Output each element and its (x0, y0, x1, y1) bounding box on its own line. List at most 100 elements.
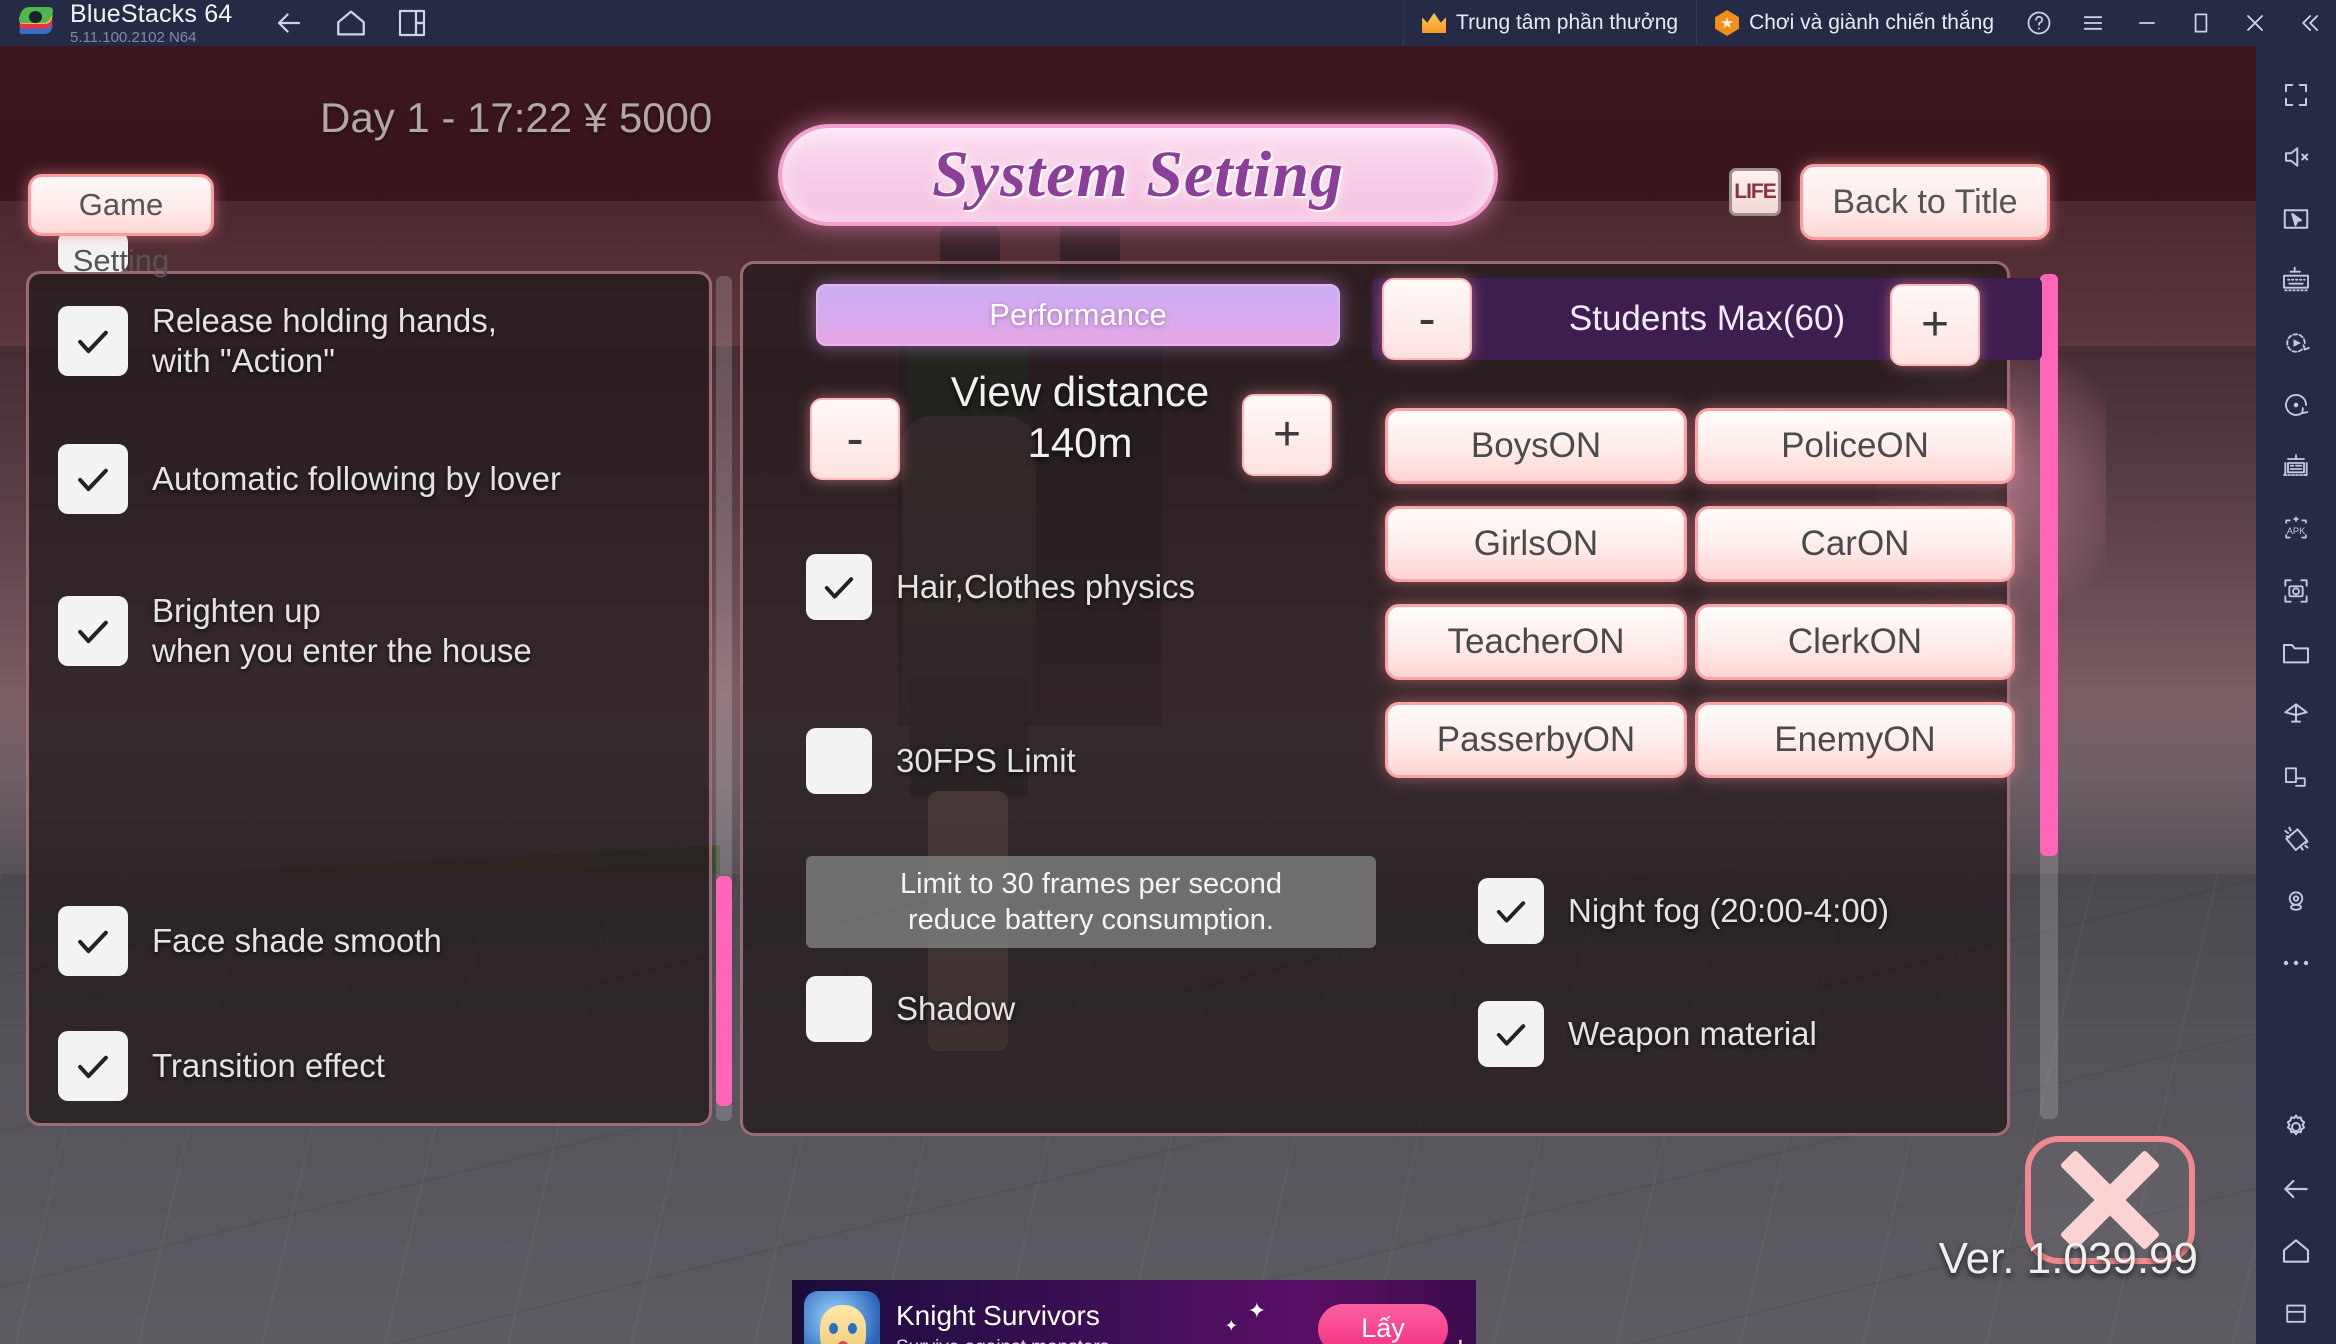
view-distance-increase-button[interactable]: + (1242, 394, 1332, 476)
back-icon[interactable] (2256, 1158, 2336, 1220)
ad-cta-button[interactable]: Lấy (1318, 1304, 1448, 1344)
mute-icon[interactable] (2256, 126, 2336, 188)
toggle-label: EnemyON (1774, 720, 1936, 759)
system-panel-scrollbar[interactable] (2040, 274, 2058, 1119)
checkbox-hair-clothes-physics[interactable] (806, 554, 872, 620)
system-panel-scroll-thumb[interactable] (2040, 274, 2058, 856)
plus-icon: + (1920, 298, 1950, 351)
shake-icon[interactable] (2256, 684, 2336, 746)
settings-icon[interactable] (2256, 1096, 2336, 1158)
students-max-decrease-button[interactable]: - (1382, 278, 1472, 360)
rotate-screen-icon[interactable] (2256, 746, 2336, 808)
recents-icon[interactable] (2256, 1282, 2336, 1344)
view-distance-decrease-button[interactable]: - (810, 398, 900, 480)
minimize-icon[interactable] (2120, 0, 2174, 46)
performance-tab-button[interactable]: Performance (816, 284, 1340, 346)
ad-subtitle: Survive against monsters (896, 1337, 1318, 1344)
game-setting-label: Game Setting (72, 187, 170, 278)
multi-instance-icon[interactable] (396, 7, 428, 39)
sparkle-icon: ✦ (1247, 1298, 1266, 1323)
toggle-girls[interactable]: GirlsON (1385, 506, 1687, 582)
right-item-night-fog[interactable]: Night fog (20:00-4:00) (1478, 878, 1889, 944)
middle-item-label: 30FPS Limit (896, 741, 1076, 779)
rewards-center-label: Trung tâm phần thưởng (1456, 11, 1679, 34)
left-item-release-holding-hands[interactable]: Release holding hands, with "Action" (58, 301, 497, 382)
toggle-clerk[interactable]: ClerkON (1695, 604, 2015, 680)
page-title: System Setting (932, 138, 1344, 211)
toggle-label: BoysON (1470, 426, 1602, 465)
left-panel-scrollbar[interactable] (716, 276, 732, 1121)
screenshot-icon[interactable] (2256, 560, 2336, 622)
tilt-icon[interactable] (2256, 808, 2336, 870)
install-apk-icon[interactable]: APK (2256, 498, 2336, 560)
checkbox-brighten-up[interactable] (58, 596, 128, 667)
left-item-face-shade-smooth[interactable]: Face shade smooth (58, 906, 442, 976)
students-max-label: Students Max(60) (1568, 299, 1846, 338)
macro-recorder-icon[interactable] (2256, 312, 2336, 374)
sparkle-icon: ✦ (1224, 1318, 1238, 1335)
toggle-boys[interactable]: BoysON (1385, 408, 1687, 484)
checkbox-shadow[interactable] (806, 976, 872, 1042)
life-badge: LIFE (1729, 168, 1781, 216)
back-icon[interactable] (272, 6, 306, 40)
sparkle-icon: ✛ (1453, 1337, 1468, 1344)
close-icon[interactable] (2228, 0, 2282, 46)
multi-instance-sync-icon[interactable] (2256, 436, 2336, 498)
cursor-control-icon[interactable] (2256, 188, 2336, 250)
maximize-icon[interactable] (2174, 0, 2228, 46)
toggle-car[interactable]: CarON (1695, 506, 2015, 582)
checkbox-30fps-limit[interactable] (806, 728, 872, 794)
left-item-automatic-following[interactable]: Automatic following by lover (58, 444, 561, 514)
more-icon[interactable] (2256, 932, 2336, 994)
students-max-increase-button[interactable]: + (1890, 284, 1980, 366)
view-distance-label: View distance (950, 368, 1210, 415)
back-to-title-button[interactable]: Back to Title (1800, 164, 2050, 240)
left-item-label: Release holding hands, with "Action" (152, 302, 497, 380)
checkbox-face-shade-smooth[interactable] (58, 906, 128, 976)
toggle-teacher[interactable]: TeacherON (1385, 604, 1687, 680)
toggle-label: TeacherON (1447, 622, 1625, 661)
home-icon[interactable] (334, 6, 368, 40)
rotate-icon[interactable] (2256, 374, 2336, 436)
30fps-tooltip: Limit to 30 frames per second reduce bat… (806, 856, 1376, 948)
toggle-label: PoliceON (1781, 426, 1929, 465)
right-item-label: Weapon material (1568, 1014, 1817, 1052)
keyboard-controls-icon[interactable] (2256, 250, 2336, 312)
middle-item-30fps-limit[interactable]: 30FPS Limit (806, 728, 1076, 794)
npc-toggle-grid: BoysON PoliceON GirlsON CarON TeacherON … (1385, 408, 2015, 778)
help-icon[interactable] (2012, 0, 2066, 46)
right-item-weapon-material[interactable]: Weapon material (1478, 1001, 1817, 1067)
toggle-passerby[interactable]: PasserbyON (1385, 702, 1687, 778)
left-item-transition-effect[interactable]: Transition effect (58, 1031, 385, 1101)
middle-item-shadow[interactable]: Shadow (806, 976, 1015, 1042)
fullscreen-icon[interactable] (2256, 64, 2336, 126)
play-and-win-button[interactable]: Chơi và giành chiến thắng (1696, 0, 2012, 46)
toggle-enemy[interactable]: EnemyON (1695, 702, 2015, 778)
checkbox-weapon-material[interactable] (1478, 1001, 1544, 1067)
middle-item-hair-clothes-physics[interactable]: Hair,Clothes physics (806, 554, 1195, 620)
checkbox-night-fog[interactable] (1478, 878, 1544, 944)
menu-icon[interactable] (2066, 0, 2120, 46)
bluestacks-sidebar: APK (2256, 46, 2336, 1344)
checkbox-transition-effect[interactable] (58, 1031, 128, 1101)
view-distance-display: View distance 140m (860, 366, 1300, 468)
home-icon[interactable] (2256, 1220, 2336, 1282)
location-icon[interactable] (2256, 870, 2336, 932)
view-distance-value: 140m (1027, 419, 1133, 467)
left-panel-scroll-thumb[interactable] (716, 876, 732, 1106)
checkbox-automatic-following[interactable] (58, 444, 128, 514)
performance-label: Performance (989, 297, 1167, 332)
toggle-label: PasserbyON (1436, 720, 1636, 759)
left-item-brighten-up[interactable]: Brighten up when you enter the house (58, 591, 532, 672)
advertisement-banner[interactable]: Knight Survivors Survive against monster… (792, 1280, 1476, 1344)
minus-icon: - (846, 410, 864, 468)
checkbox-release-holding-hands[interactable] (58, 306, 128, 377)
middle-item-label: Shadow (896, 989, 1016, 1027)
day-time-money-status: Day 1 - 17:22 ¥ 5000 (320, 94, 713, 141)
rewards-center-button[interactable]: Trung tâm phần thưởng (1403, 0, 1696, 46)
media-manager-icon[interactable] (2256, 622, 2336, 684)
game-setting-button[interactable]: Game Setting (28, 174, 214, 278)
collapse-sidebar-icon[interactable] (2282, 0, 2336, 46)
toggle-police[interactable]: PoliceON (1695, 408, 2015, 484)
window-controls (2012, 0, 2336, 46)
